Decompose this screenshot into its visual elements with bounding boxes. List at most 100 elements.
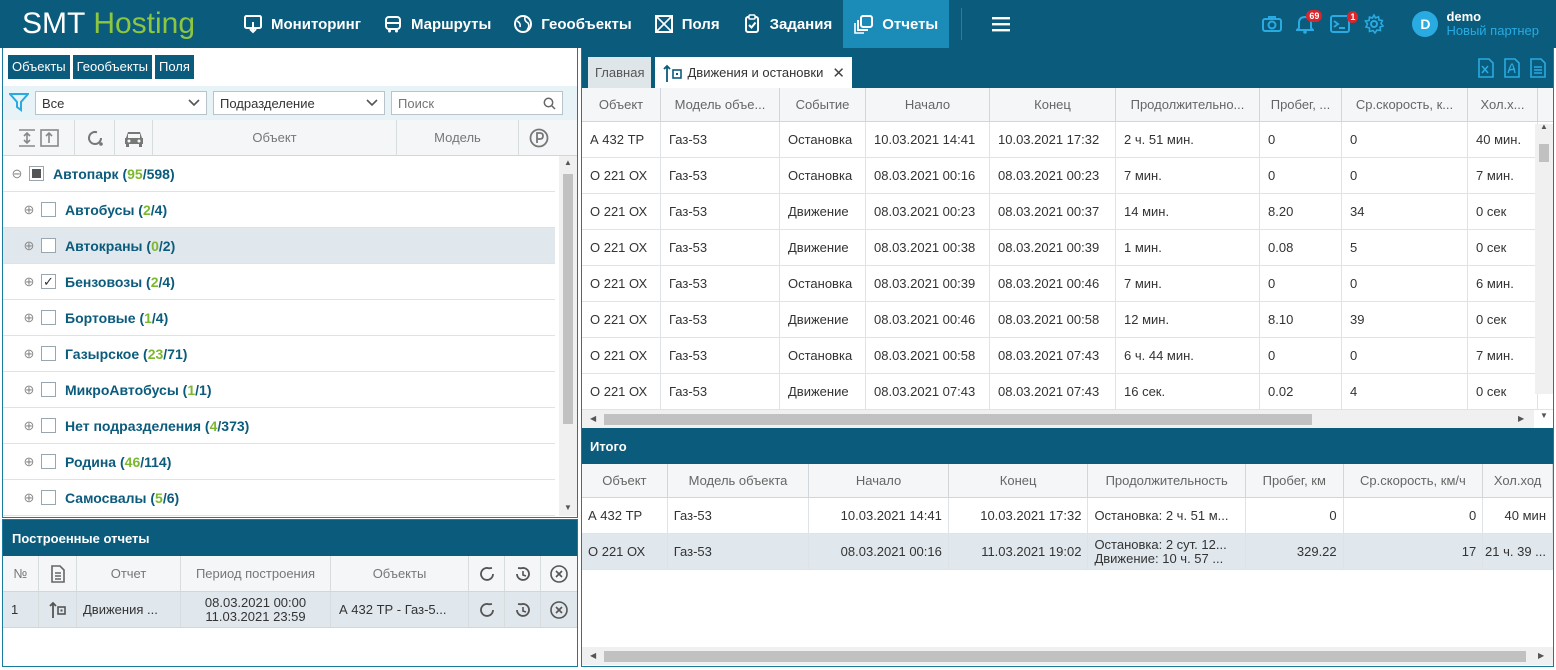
hscroll-thumb[interactable] bbox=[604, 651, 1526, 662]
summary-row[interactable]: А 432 ТР Газ-53 10.03.2021 14:41 10.03.2021… bbox=[582, 498, 1553, 534]
scroll-up-icon[interactable]: ▲ bbox=[564, 158, 572, 167]
table-row[interactable]: А 432 ТР Газ-53 Остановка 10.03.2021 14:41 1… bbox=[582, 122, 1553, 158]
hscroll-thumb[interactable] bbox=[604, 414, 1312, 425]
table-row[interactable]: О 221 ОХ Газ-53 Движение 08.03.2021 00:23 08… bbox=[582, 194, 1553, 230]
tree-row[interactable]: ⊕ ✓ Бензовозы (2/4) bbox=[3, 264, 555, 300]
history-icon[interactable] bbox=[505, 556, 541, 591]
nav-monitoring[interactable]: Мониторинг bbox=[232, 0, 372, 48]
tree-row[interactable]: ⊖ Автопарк (95/598) bbox=[3, 156, 555, 192]
user-info[interactable]: demo Новый партнер bbox=[1446, 10, 1539, 38]
nav-geoobjects[interactable]: Геообъекты bbox=[502, 0, 642, 48]
summary-column-header[interactable]: Конец bbox=[949, 464, 1089, 497]
scroll-left-icon[interactable]: ◀ bbox=[590, 651, 596, 660]
refresh-icon[interactable] bbox=[75, 119, 115, 156]
collapse-icon[interactable]: ⊖ bbox=[11, 167, 23, 180]
tree-checkbox[interactable] bbox=[41, 454, 56, 469]
expand-icon[interactable]: ⊕ bbox=[23, 311, 35, 324]
tree-row[interactable]: ⊕ Автобусы (2/4) bbox=[3, 192, 555, 228]
refresh-all-icon[interactable] bbox=[469, 556, 505, 591]
column-header[interactable]: Объект bbox=[582, 88, 661, 121]
tree-checkbox[interactable]: ✓ bbox=[41, 274, 56, 289]
column-header[interactable]: Продолжительно... bbox=[1116, 88, 1260, 121]
column-model[interactable]: Модель bbox=[397, 119, 519, 156]
summary-column-header[interactable]: Начало bbox=[809, 464, 949, 497]
scroll-down-icon[interactable]: ▼ bbox=[1540, 411, 1548, 420]
column-header[interactable]: Конец bbox=[990, 88, 1116, 121]
scroll-left-icon[interactable]: ◀ bbox=[590, 414, 596, 423]
summary-column-header[interactable]: Ср.скорость, км/ч bbox=[1344, 464, 1484, 497]
tree-checkbox[interactable] bbox=[41, 310, 56, 325]
tree-checkbox[interactable] bbox=[41, 490, 56, 505]
table-row[interactable]: О 221 ОХ Газ-53 Остановка 08.03.2021 00:39 0… bbox=[582, 266, 1553, 302]
tab-fields[interactable]: Поля bbox=[155, 55, 194, 79]
tree-row[interactable]: ⊕ Бортовые (1/4) bbox=[3, 300, 555, 336]
tab-objects[interactable]: Объекты bbox=[8, 55, 70, 79]
excel-export-icon[interactable] bbox=[1477, 58, 1495, 78]
division-select[interactable]: Подразделение bbox=[213, 91, 385, 115]
tree-checkbox[interactable] bbox=[41, 382, 56, 397]
table-row[interactable]: О 221 ОХ Газ-53 Движение 08.03.2021 00:38 08… bbox=[582, 230, 1553, 266]
tree-row[interactable]: ⊕ Нет подразделения (4/373) bbox=[3, 408, 555, 444]
bell-icon[interactable]: 69 bbox=[1296, 10, 1323, 34]
pdf-export-icon[interactable] bbox=[1503, 58, 1521, 78]
tree-checkbox[interactable] bbox=[41, 418, 56, 433]
report-history-icon[interactable] bbox=[505, 592, 541, 627]
nav-fields[interactable]: Поля bbox=[643, 0, 731, 48]
tree-scrollbar[interactable]: ▲ ▼ bbox=[559, 156, 577, 516]
vertical-scrollbar[interactable]: ▲ ▼ bbox=[1535, 122, 1553, 420]
tab-home[interactable]: Главная bbox=[588, 57, 652, 88]
tree-row[interactable]: ⊕ Родина (46/114) bbox=[3, 444, 555, 480]
tree-row[interactable]: ⊕ Автокраны (0/2) bbox=[3, 228, 555, 264]
tree-checkbox[interactable] bbox=[29, 166, 44, 181]
tab-movements-stops[interactable]: Движения и остановки ✕ bbox=[655, 57, 852, 88]
column-header[interactable]: Начало bbox=[866, 88, 990, 121]
column-header[interactable]: Хол.х... bbox=[1468, 88, 1538, 121]
car-icon[interactable] bbox=[115, 119, 153, 156]
app-logo[interactable]: SMT Hosting bbox=[0, 0, 220, 48]
column-header[interactable]: Событие bbox=[780, 88, 866, 121]
tree-row[interactable]: ⊕ Газырское (23/71) bbox=[3, 336, 555, 372]
close-tab-icon[interactable]: ✕ bbox=[832, 64, 845, 82]
summary-column-header[interactable]: Объект bbox=[582, 464, 668, 497]
status-filter-select[interactable]: Все bbox=[35, 91, 207, 115]
column-header[interactable]: Ср.скорость, к... bbox=[1342, 88, 1468, 121]
scroll-thumb[interactable] bbox=[563, 174, 573, 424]
expand-icon[interactable]: ⊕ bbox=[23, 239, 35, 252]
terminal-icon[interactable]: 1 bbox=[1330, 11, 1359, 33]
table-row[interactable]: О 221 ОХ Газ-53 Движение 08.03.2021 00:46 08… bbox=[582, 302, 1553, 338]
search-input[interactable] bbox=[398, 95, 538, 111]
tree-checkbox[interactable] bbox=[41, 202, 56, 217]
scroll-right-icon[interactable]: ▶ bbox=[1538, 651, 1544, 660]
report-row[interactable]: 1 Движения ... 08.03.2021 00:00 11.03.20… bbox=[3, 592, 577, 628]
column-header[interactable]: Пробег, ... bbox=[1260, 88, 1342, 121]
nav-reports[interactable]: Отчеты bbox=[843, 0, 950, 48]
nav-tasks[interactable]: Задания bbox=[731, 0, 844, 48]
expand-icon[interactable]: ⊕ bbox=[23, 347, 35, 360]
expand-icon[interactable]: ⊕ bbox=[23, 275, 35, 288]
nav-routes[interactable]: Маршруты bbox=[372, 0, 502, 48]
refresh-report-icon[interactable] bbox=[469, 592, 505, 627]
summary-horizontal-scrollbar[interactable]: ◀ ▶ bbox=[582, 647, 1553, 665]
tab-geoobjects[interactable]: Геообъекты bbox=[72, 55, 152, 79]
scroll-down-icon[interactable]: ▼ bbox=[564, 503, 572, 512]
expand-icon[interactable]: ⊕ bbox=[23, 419, 35, 432]
parking-icon[interactable] bbox=[519, 120, 559, 156]
column-object[interactable]: Объект bbox=[153, 119, 397, 156]
tree-row[interactable]: ⊕ МикроАвтобусы (1/1) bbox=[3, 372, 555, 408]
filter-icon[interactable] bbox=[7, 92, 31, 115]
menu-icon[interactable] bbox=[992, 16, 1011, 32]
table-row[interactable]: О 221 ОХ Газ-53 Остановка 08.03.2021 00:58 0… bbox=[582, 338, 1553, 374]
avatar[interactable]: D bbox=[1412, 11, 1439, 37]
expand-icon[interactable]: ⊕ bbox=[23, 491, 35, 504]
table-row[interactable]: О 221 ОХ Газ-53 Движение 08.03.2021 07:43 08… bbox=[582, 374, 1553, 410]
table-row[interactable]: О 221 ОХ Газ-53 Остановка 08.03.2021 00:16 0… bbox=[582, 158, 1553, 194]
summary-column-header[interactable]: Пробег, км bbox=[1246, 464, 1344, 497]
doc-export-icon[interactable] bbox=[1529, 58, 1547, 78]
gear-icon[interactable] bbox=[1364, 14, 1385, 34]
expand-collapse-icon[interactable] bbox=[3, 119, 75, 156]
camera-icon[interactable] bbox=[1262, 15, 1283, 33]
summary-column-header[interactable]: Модель объекта bbox=[668, 464, 810, 497]
expand-icon[interactable]: ⊕ bbox=[23, 455, 35, 468]
horizontal-scrollbar[interactable]: ◀ ▶ bbox=[582, 410, 1534, 428]
summary-row[interactable]: О 221 ОХ Газ-53 08.03.2021 00:16 11.03.2021… bbox=[582, 534, 1553, 570]
